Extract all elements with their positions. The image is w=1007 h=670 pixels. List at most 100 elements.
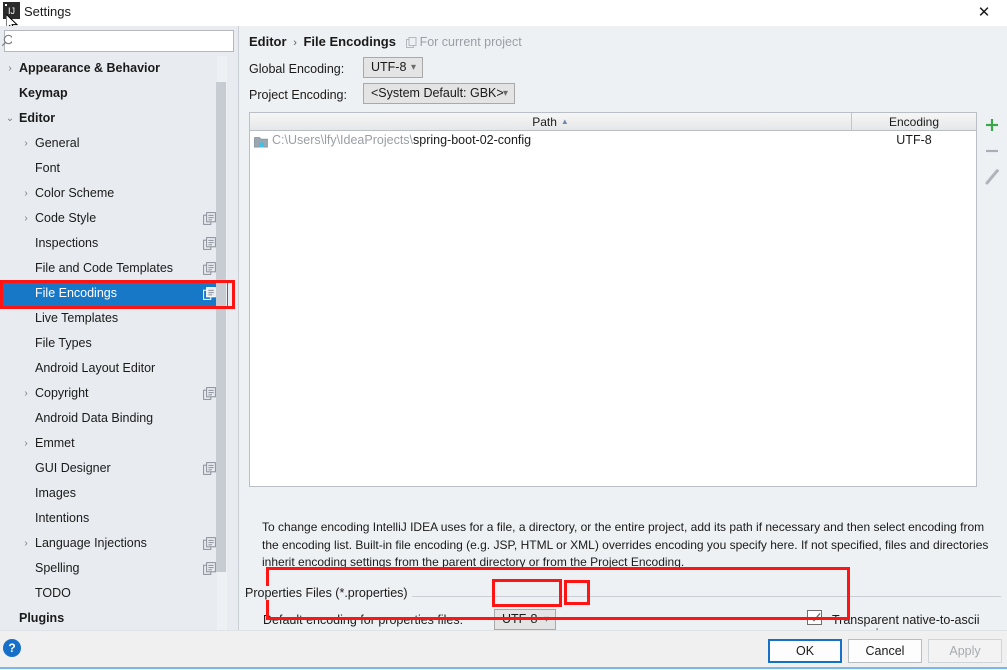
sidebar-item-live-templates[interactable]: Live Templates: [0, 306, 228, 331]
sidebar-item-label: Plugins: [19, 611, 65, 625]
sidebar-item-language-injections[interactable]: › Language Injections: [0, 531, 228, 556]
sidebar-item-label: Appearance & Behavior: [19, 61, 161, 75]
sidebar-item-label: Intentions: [35, 511, 90, 525]
copy-settings-icon: [203, 212, 216, 225]
chevron-down-icon[interactable]: ⌄: [4, 106, 16, 131]
sidebar-scrollbar-thumb[interactable]: [216, 82, 226, 572]
scope-icon: [405, 37, 417, 51]
sidebar-item-label: Copyright: [35, 386, 89, 400]
sidebar-item-copyright[interactable]: › Copyright: [0, 381, 228, 406]
sidebar-item-label: Android Layout Editor: [35, 361, 156, 375]
search-box[interactable]: [1, 30, 234, 53]
default-properties-encoding-label: Default encoding for properties files:: [263, 613, 464, 627]
sidebar-item-file-and-code-templates[interactable]: File and Code Templates: [0, 256, 228, 281]
sidebar-item-label: Code Style: [35, 211, 97, 225]
chevron-right-icon[interactable]: ›: [20, 381, 32, 406]
breadcrumb-separator: ›: [293, 37, 297, 49]
project-encoding-label: Project Encoding:: [249, 88, 347, 102]
sidebar-item-editor[interactable]: ⌄ Editor: [0, 106, 228, 131]
add-button[interactable]: [978, 112, 1006, 138]
checkmark-icon: [810, 612, 821, 622]
ok-button[interactable]: OK: [768, 639, 842, 663]
sidebar-item-file-types[interactable]: File Types: [0, 331, 228, 356]
sidebar-item-keymap[interactable]: Keymap: [0, 81, 228, 106]
sidebar-item-todo[interactable]: TODO: [0, 581, 228, 606]
table-header: Path ▲ Encoding: [250, 113, 976, 131]
sidebar-item-android-layout-editor[interactable]: Android Layout Editor: [0, 356, 228, 381]
pencil-icon: [985, 169, 999, 185]
minus-icon: [986, 149, 998, 153]
window-title: Settings: [24, 4, 71, 19]
path-prefix: C:\Users\lfy\IdeaProjects\: [272, 133, 414, 147]
column-header-path[interactable]: Path ▲: [250, 113, 852, 131]
project-encoding-combo[interactable]: <System Default: GBK> ▾: [363, 83, 515, 104]
chevron-right-icon[interactable]: ›: [20, 531, 32, 556]
sidebar-scrollbar-track[interactable]: [216, 56, 227, 630]
sidebar-item-appearance-behavior[interactable]: › Appearance & Behavior: [0, 56, 228, 81]
dialog-footer: ? OK Cancel Apply: [0, 630, 1007, 670]
breadcrumb: Editor › File Encodings For current proj…: [249, 34, 522, 51]
remove-button[interactable]: [978, 138, 1006, 164]
search-input[interactable]: [23, 31, 233, 53]
settings-content-panel: Editor › File Encodings For current proj…: [239, 26, 1007, 641]
chevron-right-icon[interactable]: ›: [4, 56, 16, 81]
sidebar-item-color-scheme[interactable]: › Color Scheme: [0, 181, 228, 206]
chevron-right-icon[interactable]: ›: [20, 131, 32, 156]
sidebar-item-general[interactable]: › General: [0, 131, 228, 156]
apply-button[interactable]: Apply: [928, 639, 1002, 663]
sidebar-item-code-style[interactable]: › Code Style: [0, 206, 228, 231]
sidebar-item-images[interactable]: Images: [0, 481, 228, 506]
help-button[interactable]: ?: [3, 639, 21, 657]
sidebar-item-font[interactable]: Font: [0, 156, 228, 181]
sidebar-item-label: Keymap: [19, 86, 68, 100]
sidebar-item-spelling[interactable]: Spelling: [0, 556, 228, 581]
transparent-native-to-ascii-checkbox[interactable]: [807, 610, 822, 625]
module-icon: [254, 137, 268, 148]
table-row[interactable]: C:\Users\lfy\IdeaProjects\spring-boot-02…: [250, 132, 976, 152]
path-name: spring-boot-02-config: [413, 133, 532, 147]
sidebar-item-emmet[interactable]: › Emmet: [0, 431, 228, 456]
default-properties-encoding-combo[interactable]: UTF-8 ▾: [494, 609, 556, 630]
settings-dialog: IJ Settings ✕ › Appearance & Behavior Keym…: [0, 0, 1007, 670]
chevron-right-icon[interactable]: ›: [20, 206, 32, 231]
copy-settings-icon: [203, 287, 216, 300]
copy-settings-icon: [203, 237, 216, 250]
chevron-right-icon[interactable]: ›: [20, 181, 32, 206]
sidebar-item-label: TODO: [35, 586, 71, 600]
sidebar-item-label: GUI Designer: [35, 461, 111, 475]
chevron-down-icon: ▾: [410, 62, 416, 73]
column-header-encoding[interactable]: Encoding: [852, 113, 976, 131]
sidebar-item-plugins[interactable]: Plugins: [0, 606, 228, 630]
sidebar-item-intentions[interactable]: Intentions: [0, 506, 228, 531]
sidebar-item-file-encodings[interactable]: File Encodings: [0, 281, 228, 306]
sidebar-item-label: File Types: [35, 336, 92, 350]
cancel-button[interactable]: Cancel: [848, 639, 922, 663]
breadcrumb-scope-text: For current project: [419, 35, 522, 49]
chevron-right-icon[interactable]: ›: [20, 431, 32, 456]
encodings-table: Path ▲ Encoding C:\Users\lfy\IdeaProjects…: [249, 112, 977, 487]
breadcrumb-current: File Encodings: [303, 34, 396, 49]
table-cell-path: C:\Users\lfy\IdeaProjects\spring-boot-02…: [272, 133, 531, 147]
sidebar-item-label: Android Data Binding: [35, 411, 154, 425]
sidebar-item-inspections[interactable]: Inspections: [0, 231, 228, 256]
copy-settings-icon: [203, 387, 216, 400]
sidebar-item-gui-designer[interactable]: GUI Designer: [0, 456, 228, 481]
close-icon[interactable]: ✕: [961, 0, 1007, 26]
global-encoding-label: Global Encoding:: [249, 62, 345, 76]
table-cell-encoding: UTF-8: [896, 133, 932, 147]
edit-button[interactable]: [978, 164, 1006, 190]
breadcrumb-scope-note: For current project: [400, 35, 522, 49]
default-properties-encoding-value: UTF-8: [502, 612, 538, 626]
sidebar-item-label: Font: [35, 161, 61, 175]
sidebar-item-label: File Encodings: [35, 286, 117, 300]
settings-tree: › Appearance & Behavior Keymap ⌄ Editor › Gene…: [0, 56, 228, 630]
description-text: To change encoding IntelliJ IDEA uses fo…: [262, 520, 989, 569]
sidebar-item-label: Language Injections: [35, 536, 147, 550]
copy-settings-icon: [203, 462, 216, 475]
sidebar-item-label: Images: [35, 486, 76, 500]
sidebar-item-label: Editor: [19, 111, 56, 125]
global-encoding-combo[interactable]: UTF-8 ▾: [363, 57, 423, 78]
sidebar-item-android-data-binding[interactable]: Android Data Binding: [0, 406, 228, 431]
column-header-path-label: Path: [532, 115, 557, 129]
breadcrumb-root[interactable]: Editor: [249, 34, 287, 49]
